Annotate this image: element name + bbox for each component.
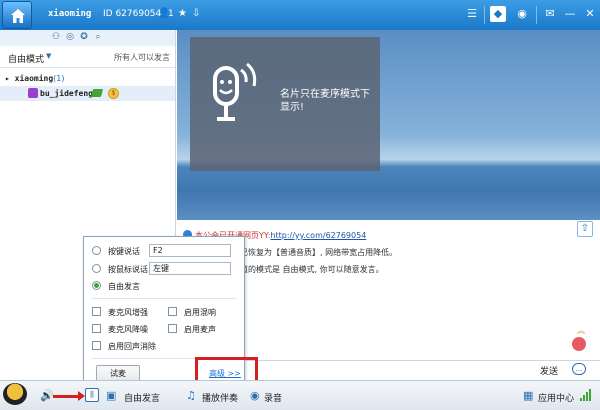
chat-message: 已恢复为【普通音质】, 网络带宽占用降低。 [240,248,398,257]
web-yy-link[interactable]: http://yy.com/62769054 [270,231,366,240]
divider [484,6,485,24]
reverb-checkbox[interactable] [168,307,177,316]
vip-icon [90,89,104,97]
title-bar: xiaoming ID 62769054 👤 1 ★ ⇩ ☰ ◆ ◉ ✉ — ✕ [0,0,600,30]
title-user-id: ID 62769054 [103,9,162,19]
mic-noise-label: 麦克风降噪 [108,325,148,334]
radio-free-speech[interactable] [92,281,101,290]
badge-icon[interactable]: ✪ [78,31,90,43]
reverb-label: 启用混响 [184,308,216,317]
emoticon-icon[interactable]: … [572,363,586,375]
microphone-icon [213,62,257,121]
mic-mode-icon: ▣ [106,389,117,402]
people-icon[interactable]: ⚇ [50,31,62,43]
scroll-up-button[interactable]: ⇧ [577,221,593,237]
home-icon [11,9,25,23]
chevron-up-icon[interactable]: ︽ [577,325,585,336]
divider [92,298,236,299]
mode-bar: 自由模式 ▼ 所有人可以发言 [0,46,175,68]
chevron-down-icon[interactable]: ▼ [46,52,51,60]
echo-cancel-checkbox[interactable] [92,341,101,350]
list-item[interactable]: bu_jidefengs $ [0,86,175,101]
expand-icon[interactable]: ▸ [5,74,15,83]
minimize-icon[interactable]: — [562,6,578,22]
radio-mouse-label: 按鼠标说话 [108,265,148,274]
mic-noise-checkbox[interactable] [92,324,101,333]
pin-icon[interactable]: ◎ [64,31,76,43]
hotkey-field[interactable]: F2 [149,244,231,257]
radio-mouse[interactable] [92,264,101,273]
speaker-icon[interactable]: 🔊 [40,389,54,402]
level-badge-icon: $ [108,88,119,99]
app-grid-icon: ▦ [523,389,534,402]
play-music-button[interactable]: 播放伴奏 [202,391,238,404]
channel-root[interactable]: ▸ xiaoming(1) [5,74,65,83]
channel-member-count: (1) [53,74,65,83]
send-button[interactable]: 发送 [540,364,558,377]
mode-selector[interactable]: 自由模式 [8,52,44,65]
list-icon[interactable]: ☰ [464,6,480,22]
title-username: xiaoming [48,9,92,19]
channel-root-name: xiaoming [14,74,54,83]
channel-icon[interactable]: ◆ [490,6,506,22]
star-icon[interactable]: ★ [178,8,187,19]
home-button[interactable] [2,1,32,29]
title-user-count: 1 [168,9,174,19]
mic-boost-label: 麦克风增强 [108,308,148,317]
free-speech-button[interactable]: 自由发言 [124,391,160,404]
radio-hotkey-label: 按键说话 [108,247,140,256]
music-icon: ♫ [186,389,196,402]
mail-icon[interactable]: ✉ [542,6,558,22]
search-icon[interactable]: ⌕ [92,31,104,43]
chat-message: 道的模式是 自由模式, 你可以随意发言。 [240,265,384,274]
flower-icon[interactable] [572,337,586,351]
record-icon: ◉ [250,389,260,402]
karaoke-label: 启用麦声 [184,325,216,334]
tree-toolbar: ⚇ ◎ ✪ ⌕ [0,30,175,46]
divider [536,6,537,24]
app-center-button[interactable]: 应用中心 [538,391,574,404]
echo-cancel-label: 启用回声消除 [108,342,156,351]
close-icon[interactable]: ✕ [582,6,598,22]
radio-hotkey[interactable] [92,246,101,255]
avatar[interactable] [3,383,27,405]
user-role-icon [28,88,38,98]
voice-settings-button[interactable]: ⫼ [85,388,99,402]
download-icon[interactable]: ⇩ [192,8,200,19]
mic-boost-checkbox[interactable] [92,307,101,316]
record-button[interactable]: 录音 [264,391,282,404]
annotation-arrow [53,391,85,401]
member-name: bu_jidefengs [40,89,98,98]
placard-message: 名片只在麦序模式下显示! [280,89,370,113]
karaoke-checkbox[interactable] [168,324,177,333]
radio-free-speech-label: 自由发言 [108,282,140,291]
game-icon[interactable]: ◉ [514,6,530,22]
mouse-key-field[interactable]: 左键 [149,262,231,275]
mode-description: 所有人可以发言 [114,53,170,62]
